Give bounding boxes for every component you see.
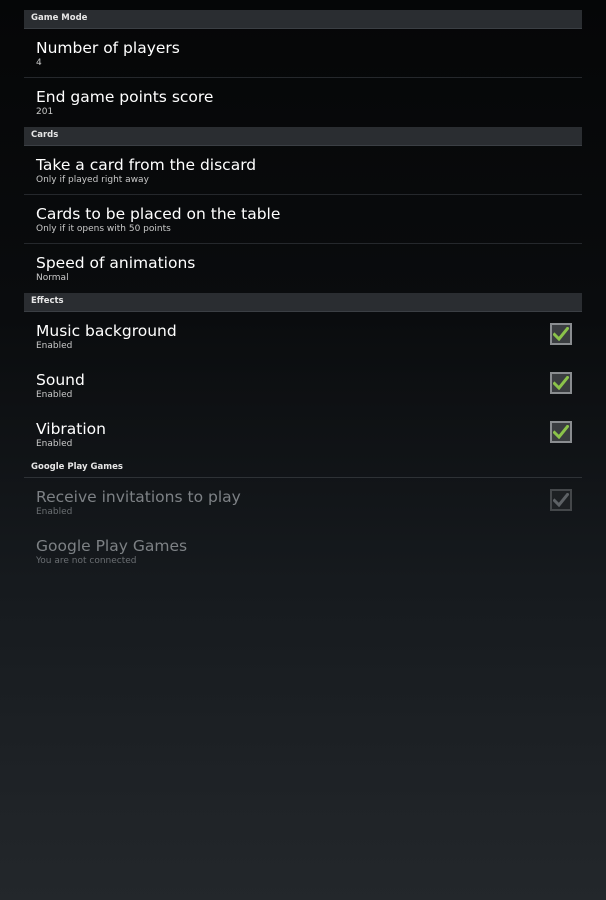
pref-summary: Enabled [36, 439, 73, 449]
pref-sound[interactable]: Sound Enabled [24, 361, 582, 410]
pref-summary: Normal [36, 273, 69, 283]
pref-summary: Enabled [36, 507, 73, 517]
pref-title: Take a card from the discard [36, 156, 257, 174]
pref-title: Number of players [36, 39, 180, 57]
pref-title: Vibration [36, 420, 106, 438]
section-header-cards: Cards [24, 127, 582, 146]
check-mark-icon [553, 425, 569, 439]
check-mark-icon [553, 493, 569, 507]
pref-vibration[interactable]: Vibration Enabled [24, 410, 582, 459]
pref-google-play-games: Google Play Games You are not connected [24, 527, 582, 576]
pref-music-background[interactable]: Music background Enabled [24, 312, 582, 361]
pref-summary: Enabled [36, 390, 73, 400]
pref-number-of-players[interactable]: Number of players 4 [24, 29, 582, 78]
check-mark-icon [553, 376, 569, 390]
check-mark-icon [553, 327, 569, 341]
pref-title: Speed of animations [36, 254, 196, 272]
pref-end-game-points-score[interactable]: End game points score 201 [24, 78, 582, 127]
pref-summary: You are not connected [36, 556, 137, 566]
pref-take-card-from-discard[interactable]: Take a card from the discard Only if pla… [24, 146, 582, 195]
pref-cards-placed-on-table[interactable]: Cards to be placed on the table Only if … [24, 195, 582, 244]
pref-speed-of-animations[interactable]: Speed of animations Normal [24, 244, 582, 293]
pref-title: Receive invitations to play [36, 488, 241, 506]
pref-title: Sound [36, 371, 85, 389]
pref-title: Music background [36, 322, 177, 340]
sound-checkbox[interactable] [550, 372, 572, 394]
section-header-effects: Effects [24, 293, 582, 312]
pref-receive-invitations: Receive invitations to play Enabled [24, 478, 582, 527]
music-background-checkbox[interactable] [550, 323, 572, 345]
section-header-game-mode: Game Mode [24, 10, 582, 29]
pref-summary: Only if it opens with 50 points [36, 224, 171, 234]
pref-summary: 201 [36, 107, 54, 117]
pref-title: End game points score [36, 88, 214, 106]
pref-title: Google Play Games [36, 537, 188, 555]
receive-invitations-checkbox [550, 489, 572, 511]
pref-summary: Enabled [36, 341, 73, 351]
pref-summary: 4 [36, 58, 42, 68]
pref-title: Cards to be placed on the table [36, 205, 281, 223]
section-header-google-play-games: Google Play Games [24, 459, 582, 478]
pref-summary: Only if played right away [36, 175, 149, 185]
vibration-checkbox[interactable] [550, 421, 572, 443]
preferences-list: Game Mode Number of players 4 End game p… [0, 0, 606, 576]
